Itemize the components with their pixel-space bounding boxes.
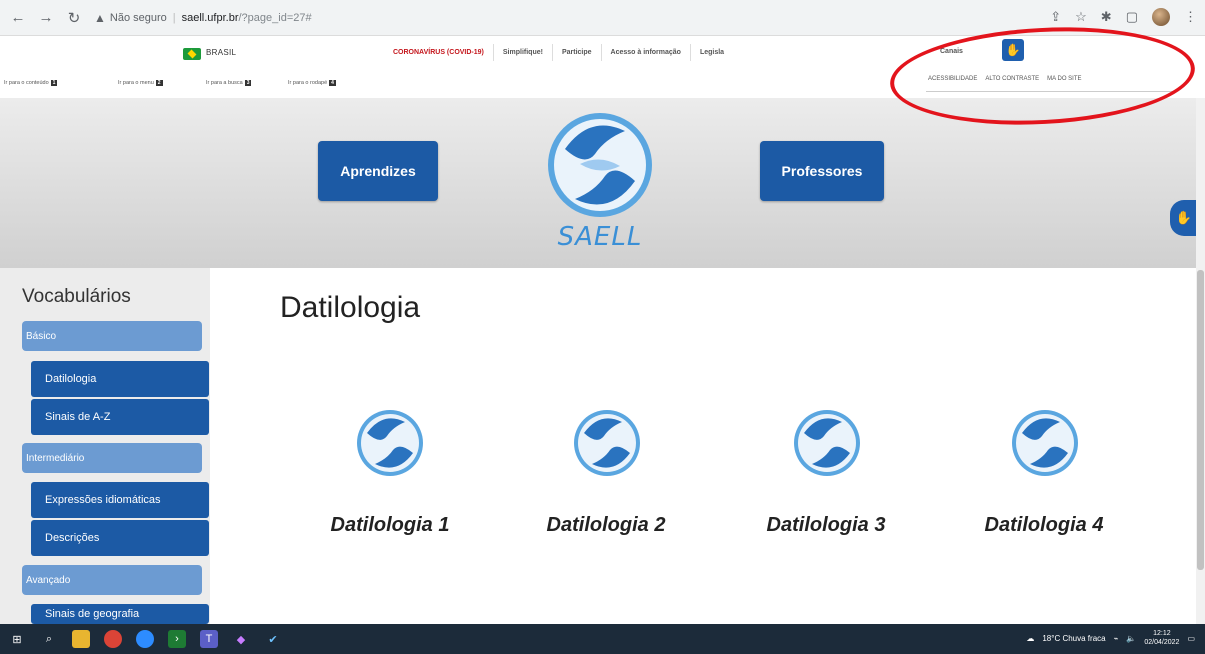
professores-button[interactable]: Professores	[760, 141, 884, 201]
chrome-icon[interactable]	[104, 630, 122, 648]
skip-link-content[interactable]: Ir para o conteúdo 1	[4, 80, 58, 86]
teams-icon[interactable]: T	[200, 630, 218, 648]
sidebar-title: Vocabulários	[22, 286, 131, 307]
extensions-icon[interactable]: ✱	[1101, 9, 1112, 25]
share-icon[interactable]: ⇪	[1050, 9, 1061, 25]
card-label[interactable]: Datilologia 3	[726, 514, 926, 537]
page-title: Datilologia	[280, 291, 421, 324]
sidebar-item-sinais[interactable]: Sinais de A-Z	[31, 399, 209, 435]
system-tray: ☁ 18°C Chuva fraca ⌁ 🔈 12:12 02/04/2022 …	[1026, 629, 1195, 647]
gov-links: CORONAVÍRUS (COVID-19) Simplifique! Part…	[384, 44, 733, 61]
forward-icon[interactable]: →	[36, 8, 56, 28]
sidebar-level-basico[interactable]: Básico	[22, 321, 202, 351]
volume-icon[interactable]: 🔈	[1126, 634, 1136, 643]
skip-link-footer[interactable]: Ir para o rodapé 4	[288, 80, 336, 86]
alto-contraste-link[interactable]: ALTO CONTRASTE	[985, 76, 1039, 82]
app-check-icon[interactable]: ✔	[264, 630, 282, 648]
url-host: saell.ufpr.br	[181, 11, 239, 24]
menu-icon[interactable]: ⋮	[1184, 9, 1197, 25]
gov-link-acesso[interactable]: Acesso à informação	[600, 44, 690, 61]
saell-logo-icon	[548, 113, 652, 217]
saell-card-icon	[1012, 410, 1078, 476]
sidebar: Vocabulários Básico Datilologia Sinais d…	[0, 268, 210, 624]
search-icon[interactable]: ⌕	[40, 630, 58, 648]
aprendizes-button[interactable]: Aprendizes	[318, 141, 438, 201]
mapa-site-link[interactable]: MA DO SITE	[1047, 76, 1081, 82]
reload-icon[interactable]: ↻	[64, 8, 84, 28]
brazil-flag-icon	[183, 48, 201, 60]
windows-start-icon[interactable]: ⊞	[8, 630, 26, 648]
skip-link-menu[interactable]: Ir para o menu 2	[118, 80, 163, 86]
back-icon[interactable]: ←	[8, 8, 28, 28]
acessibilidade-link[interactable]: ACESSIBILIDADE	[928, 76, 977, 82]
file-explorer-icon[interactable]	[72, 630, 90, 648]
weather-text[interactable]: 18°C Chuva fraca	[1042, 634, 1105, 643]
warning-icon: ▲	[94, 10, 106, 25]
gov-link-covid[interactable]: CORONAVÍRUS (COVID-19)	[384, 44, 493, 61]
main-content: Datilologia Datilologia 1 Datilologia 2 …	[210, 268, 1196, 624]
window-icon[interactable]: ▢	[1126, 9, 1138, 25]
gov-link-simplifique[interactable]: Simplifique!	[492, 44, 552, 61]
weather-icon: ☁	[1026, 633, 1035, 643]
card-label[interactable]: Datilologia 1	[290, 514, 490, 537]
vlibras-hand-icon[interactable]: ✋	[1002, 39, 1024, 61]
notifications-icon[interactable]: ▭	[1187, 634, 1195, 643]
sidebar-level-intermediario[interactable]: Intermediário	[22, 443, 202, 473]
header-banner: Aprendizes Professores SAELL	[0, 98, 1196, 268]
vlibras-floating-icon[interactable]: ✋	[1170, 200, 1198, 236]
star-icon[interactable]: ☆	[1075, 9, 1087, 25]
skip-link-search[interactable]: Ir para a busca 3	[206, 80, 252, 86]
sidebar-level-avancado[interactable]: Avançado	[22, 565, 202, 595]
saell-logo[interactable]: SAELL	[545, 109, 655, 259]
sidebar-item-expressoes[interactable]: Expressões idiomáticas	[31, 482, 209, 518]
profile-avatar[interactable]	[1152, 8, 1170, 26]
divider	[926, 91, 1176, 92]
logo-text: SAELL	[557, 222, 643, 252]
windows-taskbar: ⊞ ⌕ › T ◆ ✔ ☁ 18°C Chuva fraca ⌁ 🔈 12:12…	[0, 624, 1205, 654]
separator: |	[172, 11, 176, 24]
skip-links-row: Ir para o conteúdo 1 Ir para o menu 2 Ir p…	[0, 70, 1205, 98]
url-path: /?page_id=27#	[238, 11, 312, 24]
app-diamond-icon[interactable]: ◆	[232, 630, 250, 648]
clock[interactable]: 12:12 02/04/2022	[1144, 629, 1179, 647]
saell-card-icon	[574, 410, 640, 476]
card-label[interactable]: Datilologia 4	[944, 514, 1144, 537]
gov-link-participe[interactable]: Participe	[551, 44, 601, 61]
security-label: Não seguro	[109, 11, 167, 24]
gov-link-legislacao[interactable]: Legisla	[689, 44, 733, 61]
sidebar-item-sinais-geografia[interactable]: Sinais de geografia	[31, 604, 209, 624]
gov-brasil-link[interactable]: BRASIL	[206, 48, 236, 57]
saell-card-icon	[357, 410, 423, 476]
sidebar-item-descricoes[interactable]: Descrições	[31, 520, 209, 556]
browser-actions: ⇪ ☆ ✱ ▢ ⋮	[1050, 8, 1197, 26]
gov-canais-link[interactable]: Canais	[940, 48, 963, 55]
card-label[interactable]: Datilologia 2	[506, 514, 706, 537]
gov-bar: BRASIL CORONAVÍRUS (COVID-19) Simplifiqu…	[0, 36, 1205, 70]
accessibility-links: ACESSIBILIDADE ALTO CONTRASTE MA DO SITE	[928, 76, 1082, 82]
terminal-icon[interactable]: ›	[168, 630, 186, 648]
saell-card-icon	[794, 410, 860, 476]
network-icon[interactable]: ⌁	[1114, 634, 1119, 643]
scrollbar-thumb[interactable]	[1197, 270, 1204, 570]
zoom-icon[interactable]	[136, 630, 154, 648]
sidebar-item-datilologia[interactable]: Datilologia	[31, 361, 209, 397]
browser-toolbar: ← → ↻ ▲ Não seguro | saell.ufpr.br/?page…	[0, 0, 1205, 36]
address-bar[interactable]: ▲ Não seguro | saell.ufpr.br/?page_id=27…	[94, 6, 1094, 30]
